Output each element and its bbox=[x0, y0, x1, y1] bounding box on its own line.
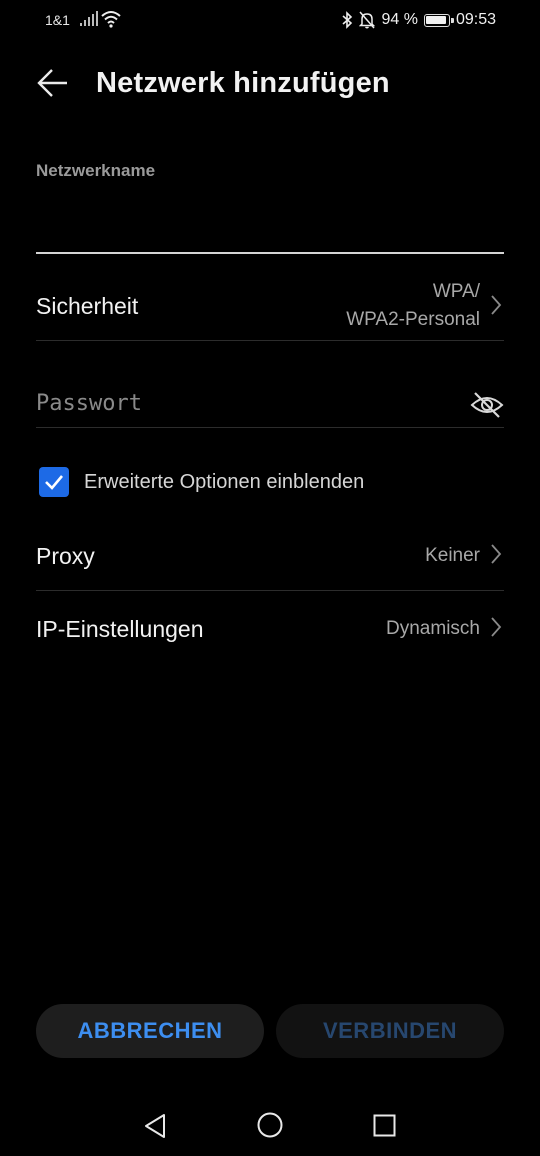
check-icon bbox=[45, 475, 63, 490]
advanced-options-label: Erweiterte Optionen einblenden bbox=[84, 471, 365, 493]
proxy-row[interactable]: Proxy Keiner bbox=[36, 519, 504, 591]
ip-settings-row[interactable]: IP-Einstellungen Dynamisch bbox=[36, 591, 504, 663]
bluetooth-icon bbox=[342, 11, 353, 29]
status-right: 94 % 09:53 bbox=[341, 10, 496, 30]
app-bar: Netzwerk hinzufügen bbox=[0, 55, 540, 111]
security-value: WPA/ WPA2-Personal bbox=[346, 278, 480, 334]
page-title: Netzwerk hinzufügen bbox=[96, 67, 390, 99]
ip-settings-label: IP-Einstellungen bbox=[36, 616, 204, 642]
battery-icon bbox=[423, 13, 454, 27]
arrow-left-icon[interactable] bbox=[36, 67, 70, 99]
security-row[interactable]: Sicherheit WPA/ WPA2-Personal bbox=[36, 272, 504, 341]
password-field bbox=[36, 380, 504, 428]
carrier-label: 1&1 bbox=[45, 12, 70, 28]
security-label: Sicherheit bbox=[36, 293, 139, 319]
network-name-input[interactable] bbox=[36, 190, 504, 254]
security-value-line1: WPA/ bbox=[432, 281, 480, 302]
nav-recents-icon[interactable] bbox=[373, 1114, 396, 1137]
wifi-icon bbox=[101, 11, 121, 28]
nav-back-icon[interactable] bbox=[142, 1112, 168, 1140]
bell-off-icon bbox=[359, 11, 376, 29]
network-name-label: Netzwerkname bbox=[36, 161, 156, 180]
chevron-right-icon bbox=[491, 295, 502, 315]
clock: 09:53 bbox=[455, 11, 496, 28]
chevron-right-icon bbox=[491, 544, 502, 564]
proxy-label: Proxy bbox=[36, 543, 95, 569]
advanced-options-checkbox[interactable] bbox=[39, 467, 69, 497]
connect-button[interactable]: VERBINDEN bbox=[276, 1004, 504, 1058]
proxy-value: Keiner bbox=[425, 545, 480, 566]
ip-settings-value: Dynamisch bbox=[386, 618, 480, 639]
battery-percent: 94 % bbox=[381, 11, 418, 28]
status-bar: 1&1 94 % 09:53 bbox=[0, 0, 540, 40]
nav-home-icon[interactable] bbox=[257, 1112, 283, 1138]
signal-icon bbox=[80, 11, 98, 26]
password-input[interactable] bbox=[36, 380, 456, 426]
advanced-options-toggle[interactable]: Erweiterte Optionen einblenden bbox=[39, 467, 499, 497]
security-value-line2: WPA2-Personal bbox=[346, 309, 480, 330]
cancel-button[interactable]: ABBRECHEN bbox=[36, 1004, 264, 1058]
eye-off-icon[interactable] bbox=[470, 390, 504, 420]
chevron-right-icon bbox=[491, 617, 502, 637]
battery-fill bbox=[426, 16, 447, 24]
system-nav-bar bbox=[0, 1100, 540, 1156]
